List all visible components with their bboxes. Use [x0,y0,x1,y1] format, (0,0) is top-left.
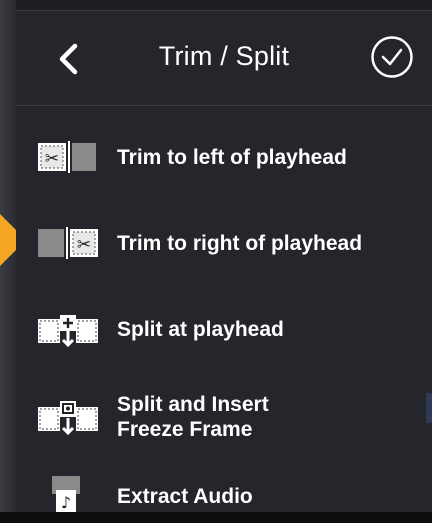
menu-item-label: Extract Audio [117,485,253,508]
svg-text:✂: ✂ [77,235,91,255]
split-icon [38,315,98,348]
menu-item-label: Trim to left of playhead [117,146,347,169]
menu-item-label: Split and Insert Freeze Frame [117,392,269,442]
menu-item-trim-left[interactable]: ✂ Trim to left of playhead [16,132,432,182]
trim-left-icon: ✂ [38,141,96,173]
side-tab [426,393,432,423]
svg-text:♪: ♪ [61,493,71,512]
header: Trim / Split [16,11,432,106]
svg-text:✂: ✂ [45,149,59,169]
menu-item-trim-right[interactable]: ✂ Trim to right of playhead [16,218,432,268]
bottom-bar [0,512,432,523]
menu-item-split-freeze-frame[interactable]: Split and Insert Freeze Frame [16,382,432,452]
menu-item-split[interactable]: Split at playhead [16,304,432,354]
freeze-frame-icon [38,401,98,436]
checkmark-circle-icon [371,36,413,78]
menu-item-label-line2: Freeze Frame [117,418,253,441]
trim-right-icon: ✂ [38,227,98,259]
done-button[interactable] [370,35,414,79]
trim-split-panel: Trim / Split ✂ Trim to left of playhead [16,10,432,513]
menu-item-label-line1: Split and Insert [117,393,269,416]
menu-item-label: Trim to right of playhead [117,232,363,255]
extract-audio-icon: ♪ [52,476,80,512]
menu-item-label: Split at playhead [117,318,284,341]
